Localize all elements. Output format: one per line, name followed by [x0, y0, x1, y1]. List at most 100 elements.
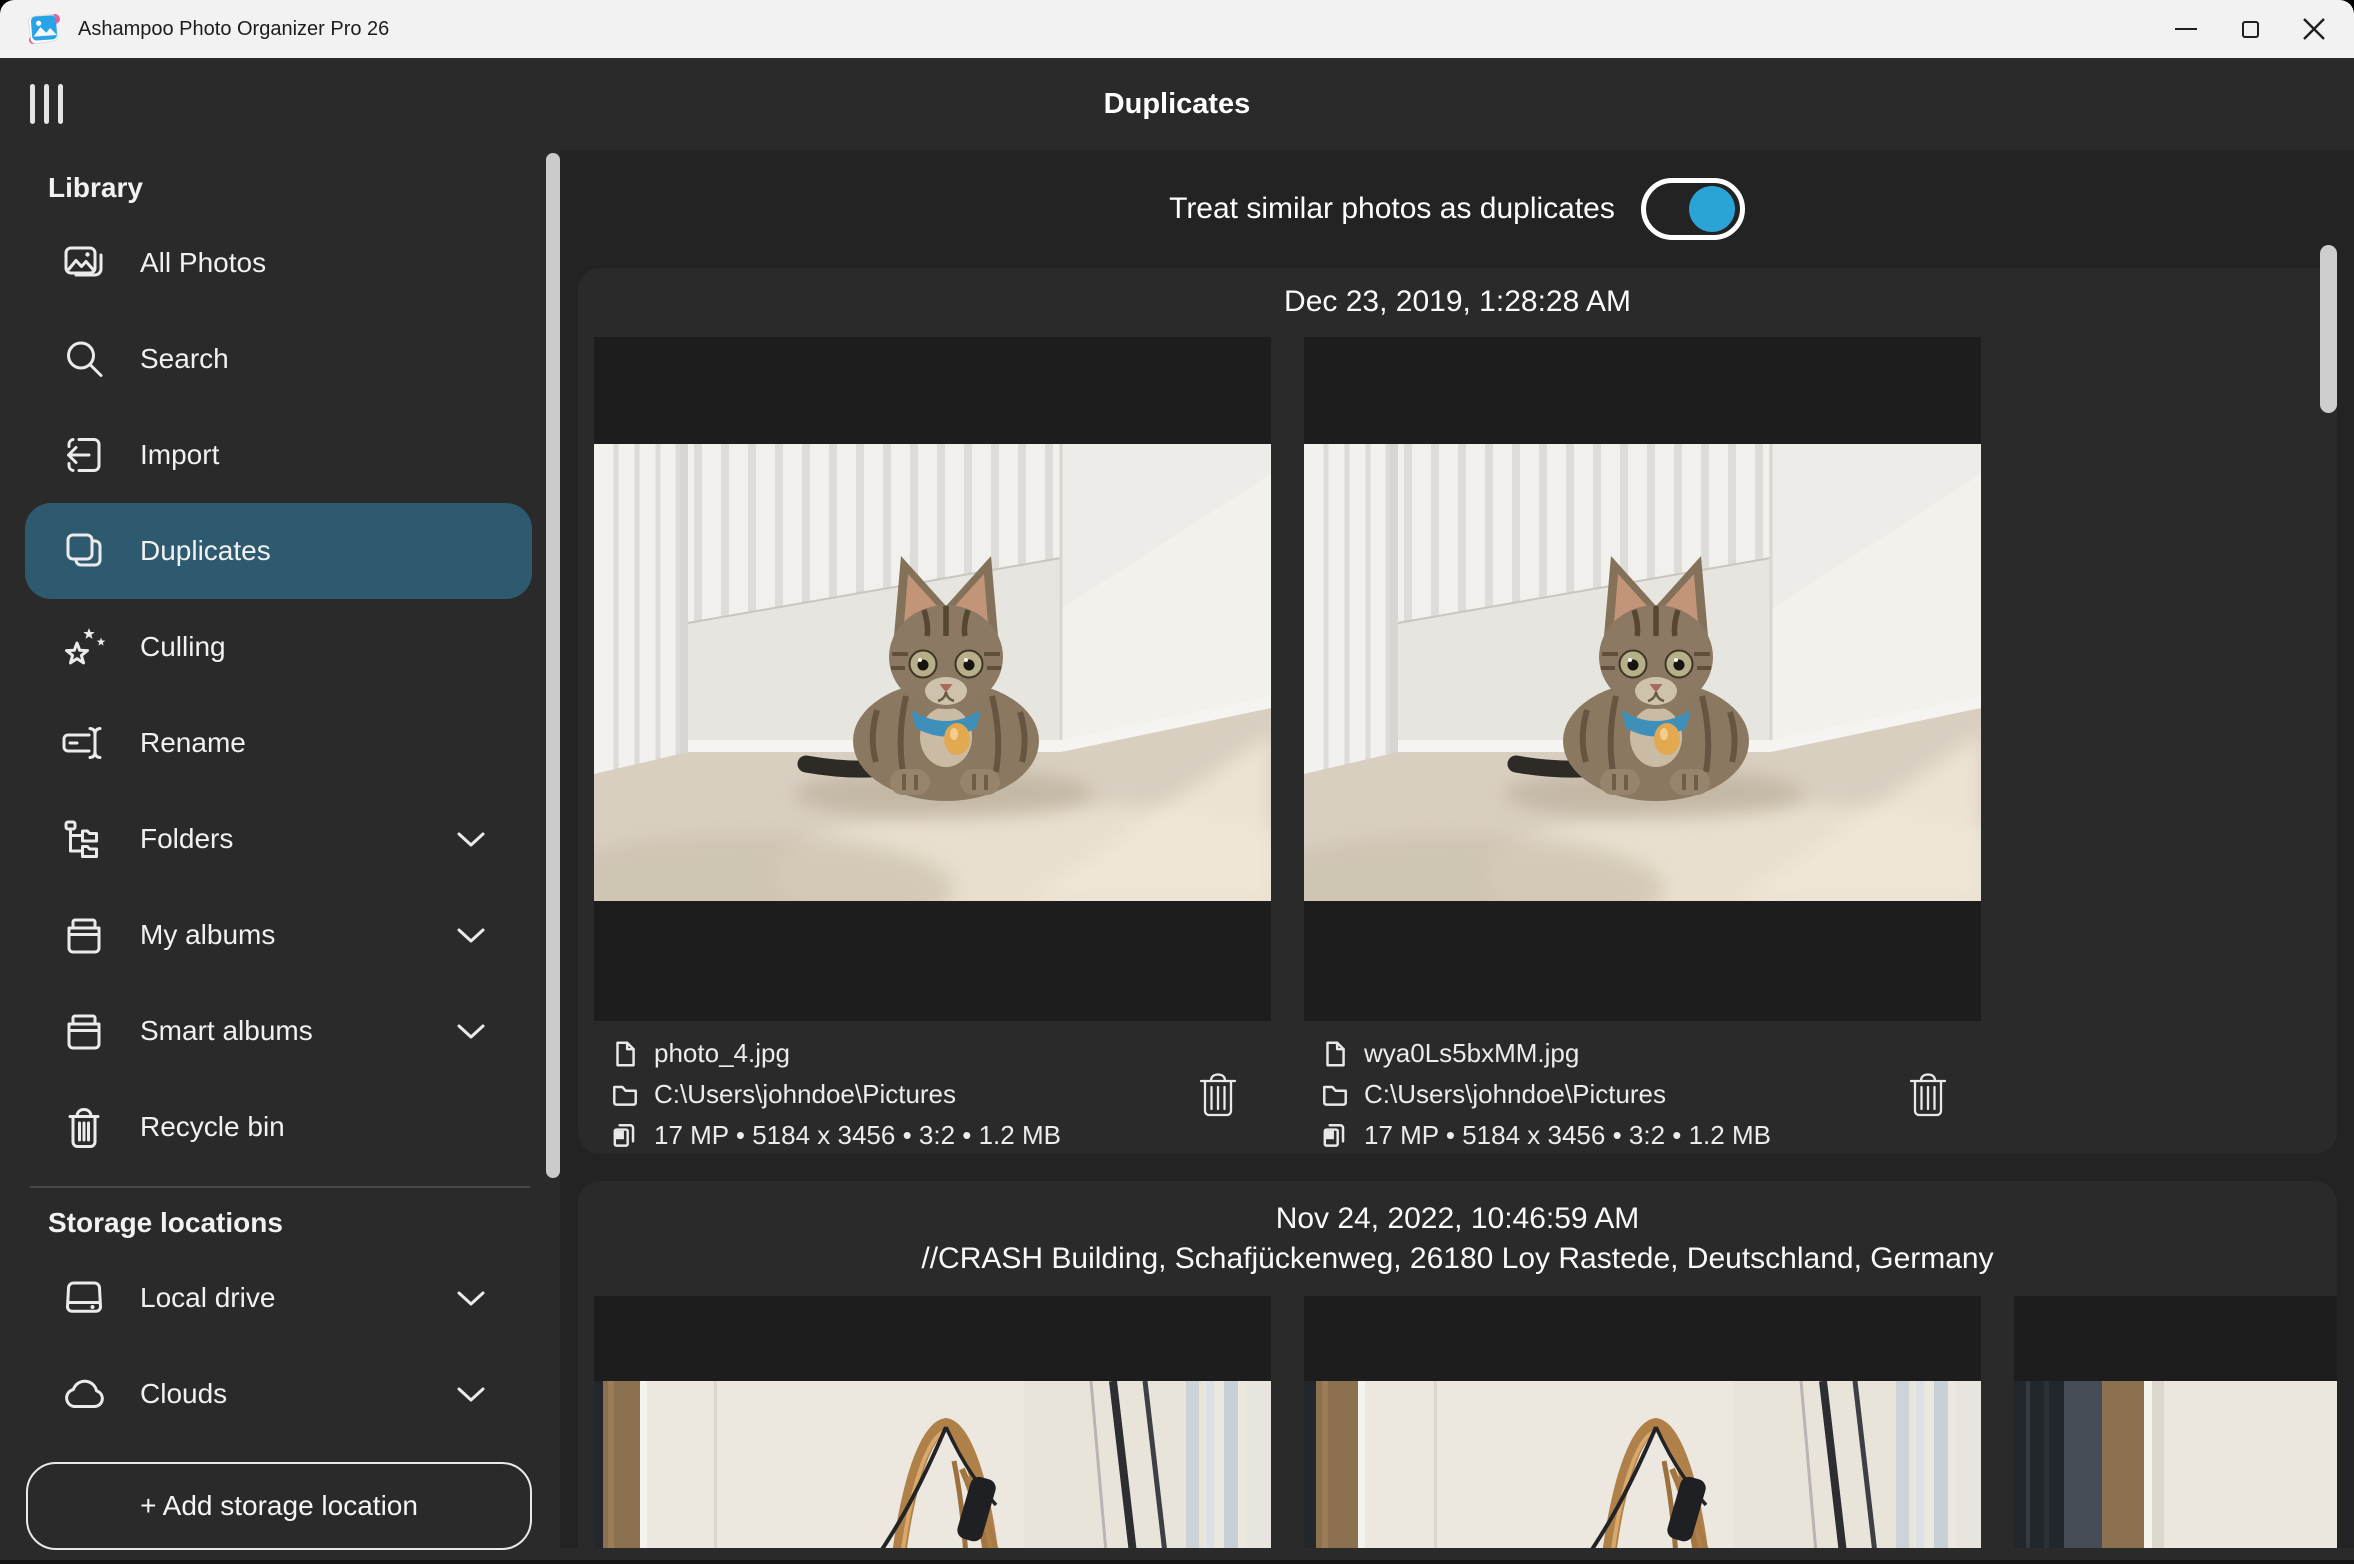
sidebar-item-label: Search — [140, 343, 229, 375]
minimize-button[interactable] — [2154, 0, 2218, 58]
chandelier-photo-image — [2014, 1381, 2337, 1548]
chevron-down-icon[interactable] — [456, 927, 486, 944]
minimize-icon — [2175, 28, 2197, 31]
duplicates-icon — [60, 527, 108, 575]
photo-tile[interactable] — [1304, 1296, 1981, 1548]
photo-tile[interactable] — [594, 1296, 1271, 1548]
chevron-down-icon[interactable] — [456, 1290, 486, 1307]
folder-icon — [610, 1080, 640, 1110]
sidebar-item-folders[interactable]: Folders — [25, 791, 532, 887]
sidebar-item-culling[interactable]: Culling — [25, 599, 532, 695]
group-title: Nov 24, 2022, 10:46:59 AM — [578, 1181, 2337, 1237]
trash-icon — [1197, 1069, 1239, 1121]
chandelier-photo-image — [1304, 1381, 1981, 1548]
library-list: All Photos Search — [0, 215, 560, 1175]
sidebar-item-search[interactable]: Search — [25, 311, 532, 407]
sidebar-item-recycle-bin[interactable]: Recycle bin — [25, 1079, 532, 1175]
toggle-label: Treat similar photos as duplicates — [1169, 192, 1615, 226]
sidebar-item-label: Import — [140, 439, 219, 471]
sidebar-item-label: Rename — [140, 727, 246, 759]
chevron-down-icon[interactable] — [456, 1023, 486, 1040]
app-logo-icon — [26, 11, 62, 47]
sidebar-item-label: My albums — [140, 919, 275, 951]
sidebar-item-rename[interactable]: Rename — [25, 695, 532, 791]
duplicate-card: photo_4.jpg C:\Users\johndoe\Pictures 17… — [594, 337, 1271, 1154]
photo-info: 17 MP • 5184 x 3456 • 3:2 • 1.2 MB — [654, 1120, 1061, 1151]
storage-list: Local drive Clouds — [0, 1250, 560, 1442]
photo-filename: wya0Ls5bxMM.jpg — [1364, 1038, 1579, 1069]
sidebar-item-label: Folders — [140, 823, 233, 855]
duplicate-group: Dec 23, 2019, 1:28:28 AM — [578, 268, 2337, 1154]
photo-tile[interactable] — [2014, 1296, 2337, 1548]
close-icon — [2302, 17, 2326, 41]
file-icon — [610, 1039, 640, 1069]
album-box-icon — [60, 1007, 108, 1055]
folder-icon — [1320, 1080, 1350, 1110]
hard-drive-icon — [60, 1274, 108, 1322]
app-window: Ashampoo Photo Organizer Pro 26 Duplicat… — [0, 0, 2354, 1564]
duplicate-card — [1304, 1296, 1981, 1548]
add-storage-location-button[interactable]: + Add storage location — [26, 1462, 532, 1550]
sidebar-item-clouds[interactable]: Clouds — [25, 1346, 532, 1442]
duplicate-card: wya0Ls5bxMM.jpg C:\Users\johndoe\Picture… — [1304, 337, 1981, 1154]
sidebar-item-my-albums[interactable]: My albums — [25, 887, 532, 983]
import-icon — [60, 431, 108, 479]
close-button[interactable] — [2282, 0, 2346, 58]
copies-icon — [1320, 1121, 1350, 1151]
duplicate-card — [594, 1296, 1271, 1548]
cloud-icon — [60, 1370, 108, 1418]
sidebar-item-all-photos[interactable]: All Photos — [25, 215, 532, 311]
cat-photo-image — [594, 444, 1271, 901]
sidebar-scrollbar[interactable] — [546, 153, 560, 1178]
delete-photo-button[interactable] — [1905, 1067, 1951, 1123]
sidebar-item-label: Culling — [140, 631, 226, 663]
sidebar-item-label: Clouds — [140, 1378, 227, 1410]
chevron-down-icon[interactable] — [456, 1386, 486, 1403]
file-icon — [1320, 1039, 1350, 1069]
sidebar-item-duplicates[interactable]: Duplicates — [25, 503, 532, 599]
chevron-down-icon[interactable] — [456, 831, 486, 848]
sidebar: Library All Photos — [0, 150, 560, 1564]
album-box-icon — [60, 911, 108, 959]
menu-icon[interactable] — [30, 84, 63, 124]
duplicate-card — [2014, 1296, 2337, 1548]
similar-toggle[interactable] — [1641, 178, 1745, 240]
photos-icon — [60, 239, 108, 287]
delete-photo-button[interactable] — [1195, 1067, 1241, 1123]
trash-icon — [1907, 1069, 1949, 1121]
sidebar-item-label: Duplicates — [140, 535, 271, 567]
sidebar-item-local-drive[interactable]: Local drive — [25, 1250, 532, 1346]
window-title: Ashampoo Photo Organizer Pro 26 — [78, 18, 389, 41]
titlebar: Ashampoo Photo Organizer Pro 26 — [0, 0, 2354, 58]
photo-filename: photo_4.jpg — [654, 1038, 790, 1069]
page-title: Duplicates — [1104, 88, 1251, 121]
duplicates-panel: Treat similar photos as duplicates Dec 2… — [560, 150, 2354, 1548]
photo-path: C:\Users\johndoe\Pictures — [654, 1079, 956, 1110]
photo-path: C:\Users\johndoe\Pictures — [1364, 1079, 1666, 1110]
photo-tile[interactable] — [594, 337, 1271, 1021]
cat-photo-image — [1304, 444, 1981, 901]
sidebar-item-smart-albums[interactable]: Smart albums — [25, 983, 532, 1079]
duplicate-group: Nov 24, 2022, 10:46:59 AM //CRASH Buildi… — [578, 1181, 2337, 1548]
star-sparkle-icon — [60, 623, 108, 671]
storage-section-label: Storage locations — [48, 1208, 560, 1238]
sidebar-item-label: Recycle bin — [140, 1111, 285, 1143]
sidebar-divider — [30, 1186, 530, 1188]
group-location: //CRASH Building, Schafjückenweg, 26180 … — [578, 1241, 2337, 1277]
header-strip: Duplicates — [0, 58, 2354, 150]
sidebar-item-label: Smart albums — [140, 1015, 313, 1047]
main-scrollbar[interactable] — [2320, 245, 2337, 413]
photo-meta: photo_4.jpg C:\Users\johndoe\Pictures 17… — [594, 1033, 1271, 1154]
photo-info: 17 MP • 5184 x 3456 • 3:2 • 1.2 MB — [1364, 1120, 1771, 1151]
maximize-button[interactable] — [2218, 0, 2282, 58]
library-section-label: Library — [48, 173, 560, 203]
sidebar-item-label: Local drive — [140, 1282, 275, 1314]
sidebar-item-label: All Photos — [140, 247, 266, 279]
maximize-icon — [2242, 21, 2259, 38]
photo-meta: wya0Ls5bxMM.jpg C:\Users\johndoe\Picture… — [1304, 1033, 1981, 1154]
sidebar-item-import[interactable]: Import — [25, 407, 532, 503]
trash-icon — [60, 1103, 108, 1151]
search-icon — [60, 335, 108, 383]
toggle-row: Treat similar photos as duplicates — [560, 150, 2354, 268]
photo-tile[interactable] — [1304, 337, 1981, 1021]
